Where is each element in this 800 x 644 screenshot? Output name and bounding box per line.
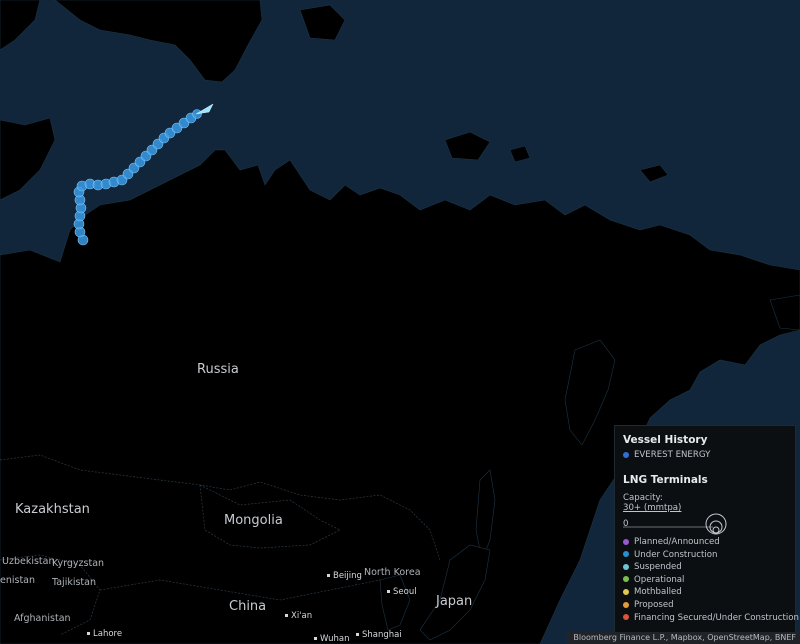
city-lahore: Lahore [87, 629, 122, 639]
capacity-scale-icon [623, 513, 727, 535]
label-russia: Russia [197, 362, 239, 377]
city-beijing: Beijing [327, 571, 362, 581]
label-tajikistan: Tajikistan [52, 577, 96, 588]
city-xian: Xi'an [285, 611, 312, 621]
legend-status-item[interactable]: Mothballed [623, 587, 682, 597]
label-mongolia: Mongolia [224, 513, 283, 528]
status-color-dot-icon [623, 614, 629, 621]
legend-vessel-item[interactable]: EVEREST ENERGY [623, 450, 710, 460]
legend-lng-title: LNG Terminals [623, 474, 708, 486]
status-color-dot-icon [623, 576, 629, 583]
map-legend: Vessel History EVEREST ENERGY LNG Termin… [614, 425, 799, 644]
legend-capacity-label: Capacity: [623, 493, 663, 503]
status-color-dot-icon [623, 601, 629, 608]
label-china: China [229, 599, 267, 614]
vessel-color-dot-icon [623, 451, 629, 458]
status-color-dot-icon [623, 538, 629, 545]
legend-status-item[interactable]: Financing Secured/Under Construction [623, 613, 799, 623]
status-color-dot-icon [623, 551, 629, 558]
city-seoul: Seoul [387, 587, 417, 597]
label-north-korea: North Korea [364, 567, 421, 578]
status-color-dot-icon [623, 588, 629, 595]
city-shanghai: Shanghai [356, 630, 402, 640]
status-color-dot-icon [623, 563, 629, 570]
legend-status-item[interactable]: Under Construction [623, 550, 717, 560]
city-wuhan: Wuhan [314, 634, 349, 644]
map-attribution: Bloomberg Finance L.P., Mapbox, OpenStre… [567, 632, 800, 644]
legend-vessel-title: Vessel History [623, 434, 708, 446]
legend-status-item[interactable]: Operational [623, 575, 684, 585]
label-afghanistan: Afghanistan [14, 613, 71, 624]
label-kyrgyzstan: Kyrgyzstan [52, 558, 105, 569]
legend-status-item[interactable]: Planned/Announced [623, 537, 720, 547]
label-turkmenistan: enistan [0, 575, 36, 586]
label-japan: Japan [436, 594, 473, 609]
label-kazakhstan: Kazakhstan [15, 502, 90, 517]
label-uzbekistan: Uzbekistan [2, 556, 55, 567]
legend-status-item[interactable]: Proposed [623, 600, 674, 610]
legend-status-item[interactable]: Suspended [623, 562, 682, 572]
